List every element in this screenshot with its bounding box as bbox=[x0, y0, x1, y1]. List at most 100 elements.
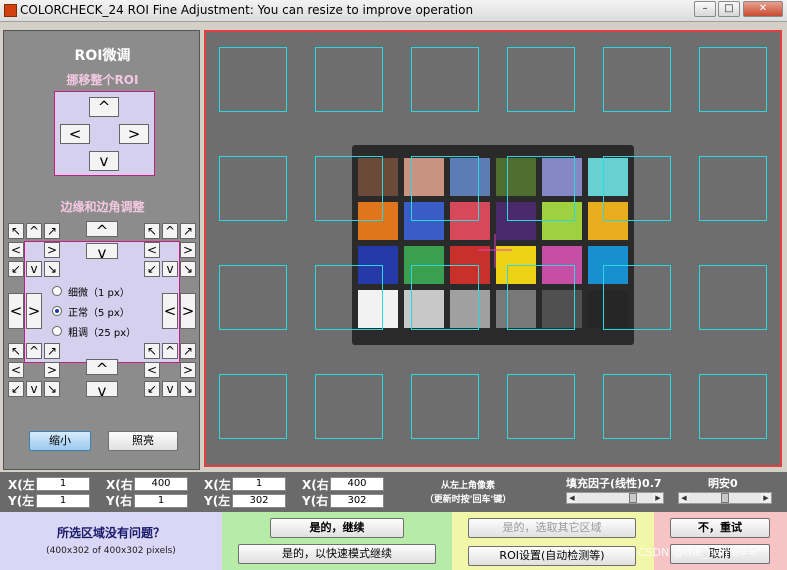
roi-box[interactable] bbox=[507, 265, 575, 330]
left-edge-left-button[interactable]: < bbox=[8, 293, 24, 329]
br-corner-right-button[interactable]: > bbox=[180, 362, 196, 378]
roi-box[interactable] bbox=[315, 374, 383, 439]
tl-corner-left-button[interactable]: < bbox=[8, 242, 24, 258]
roi-box[interactable] bbox=[699, 265, 767, 330]
tr-corner-left-button[interactable]: < bbox=[144, 242, 160, 258]
roi-box[interactable] bbox=[603, 374, 671, 439]
tr-corner-dl-button[interactable]: ↙ bbox=[144, 261, 160, 277]
move-down-button[interactable]: v bbox=[89, 151, 119, 171]
roi-box[interactable] bbox=[699, 374, 767, 439]
y-left-input-1[interactable]: 1 bbox=[36, 494, 90, 508]
slider-right-arrow[interactable]: ▶ bbox=[653, 493, 663, 503]
tr-corner-dr-button[interactable]: ↘ bbox=[180, 261, 196, 277]
radio-normal[interactable] bbox=[52, 306, 62, 316]
slider-thumb[interactable] bbox=[721, 493, 729, 503]
tr-corner-ur-button[interactable]: ↗ bbox=[180, 223, 196, 239]
roi-box[interactable] bbox=[411, 374, 479, 439]
slider-thumb[interactable] bbox=[629, 493, 637, 503]
br-corner-up-button[interactable]: ^ bbox=[162, 343, 178, 359]
br-corner-left-button[interactable]: < bbox=[144, 362, 160, 378]
top-edge-up-button[interactable]: ^ bbox=[86, 221, 118, 240]
roi-box[interactable] bbox=[219, 47, 287, 112]
radio-coarse[interactable] bbox=[52, 326, 62, 336]
roi-setup-button[interactable]: ROI设置(自动检测等) bbox=[468, 546, 636, 566]
roi-box[interactable] bbox=[603, 156, 671, 221]
bl-corner-right-button[interactable]: > bbox=[44, 362, 60, 378]
br-corner-dr-button[interactable]: ↘ bbox=[180, 381, 196, 397]
roi-box[interactable] bbox=[219, 156, 287, 221]
move-whole-label: 挪移整个ROI bbox=[66, 73, 139, 87]
zoom-out-button[interactable]: 缩小 bbox=[29, 431, 91, 451]
bottom-edge-up-button[interactable]: ^ bbox=[86, 359, 118, 378]
left-edge-right-button[interactable]: > bbox=[26, 293, 42, 329]
close-button[interactable]: ✕ bbox=[743, 1, 783, 17]
y-right-input-2[interactable]: 302 bbox=[330, 494, 384, 508]
y-left-input-2[interactable]: 302 bbox=[232, 494, 286, 508]
right-edge-left-button[interactable]: < bbox=[162, 293, 178, 329]
tl-corner-up-button[interactable]: ^ bbox=[26, 223, 42, 239]
br-corner-down-button[interactable]: v bbox=[162, 381, 178, 397]
x-left-input-1[interactable]: 1 bbox=[36, 477, 90, 491]
tr-corner-up-button[interactable]: ^ bbox=[162, 223, 178, 239]
move-up-button[interactable]: ^ bbox=[89, 97, 119, 117]
x-right-input-2[interactable]: 400 bbox=[330, 477, 384, 491]
roi-box[interactable] bbox=[315, 265, 383, 330]
roi-box[interactable] bbox=[411, 156, 479, 221]
tl-corner-dr-button[interactable]: ↘ bbox=[44, 261, 60, 277]
bl-corner-dl-button[interactable]: ↙ bbox=[8, 381, 24, 397]
tl-corner-down-button[interactable]: v bbox=[26, 261, 42, 277]
bl-corner-dr-button[interactable]: ↘ bbox=[44, 381, 60, 397]
bl-corner-ur-button[interactable]: ↗ bbox=[44, 343, 60, 359]
x-left-input-2[interactable]: 1 bbox=[232, 477, 286, 491]
brightness-slider[interactable]: ◀ ▶ bbox=[678, 492, 772, 504]
y-right-input-1[interactable]: 1 bbox=[134, 494, 188, 508]
br-corner-ur-button[interactable]: ↗ bbox=[180, 343, 196, 359]
maximize-button[interactable]: □ bbox=[718, 1, 740, 17]
br-corner-ul-button[interactable]: ↖ bbox=[144, 343, 160, 359]
slider-left-arrow[interactable]: ◀ bbox=[567, 493, 577, 503]
bl-corner-left-button[interactable]: < bbox=[8, 362, 24, 378]
br-corner-dl-button[interactable]: ↙ bbox=[144, 381, 160, 397]
right-edge-right-button[interactable]: > bbox=[180, 293, 196, 329]
roi-box[interactable] bbox=[507, 374, 575, 439]
yes-other-area-button[interactable]: 是的，选取其它区域 bbox=[468, 518, 636, 538]
roi-box[interactable] bbox=[411, 47, 479, 112]
move-left-button[interactable]: < bbox=[60, 124, 90, 144]
tr-corner-down-button[interactable]: v bbox=[162, 261, 178, 277]
yes-continue-button[interactable]: 是的，继续 bbox=[270, 518, 404, 538]
no-retry-button[interactable]: 不，重试 bbox=[670, 518, 770, 538]
roi-box[interactable] bbox=[603, 265, 671, 330]
tl-corner-ur-button[interactable]: ↗ bbox=[44, 223, 60, 239]
slider-right-arrow[interactable]: ▶ bbox=[761, 493, 771, 503]
top-edge-down-button[interactable]: v bbox=[86, 243, 118, 262]
image-preview-panel[interactable] bbox=[204, 30, 782, 467]
tl-corner-ul-button[interactable]: ↖ bbox=[8, 223, 24, 239]
radio-fine[interactable] bbox=[52, 286, 62, 296]
x-right-input-1[interactable]: 400 bbox=[134, 477, 188, 491]
slider-left-arrow[interactable]: ◀ bbox=[679, 493, 689, 503]
roi-box[interactable] bbox=[699, 156, 767, 221]
tr-corner-ul-button[interactable]: ↖ bbox=[144, 223, 160, 239]
bl-corner-up-button[interactable]: ^ bbox=[26, 343, 42, 359]
minimize-button[interactable]: – bbox=[694, 1, 716, 17]
move-right-button[interactable]: > bbox=[119, 124, 149, 144]
yes-fast-mode-button[interactable]: 是的，以快速模式继续 bbox=[238, 544, 436, 564]
tl-corner-dl-button[interactable]: ↙ bbox=[8, 261, 24, 277]
bottom-edge-down-button[interactable]: v bbox=[86, 381, 118, 400]
bl-corner-ul-button[interactable]: ↖ bbox=[8, 343, 24, 359]
roi-box[interactable] bbox=[315, 47, 383, 112]
tr-corner-right-button[interactable]: > bbox=[180, 242, 196, 258]
roi-box[interactable] bbox=[411, 265, 479, 330]
roi-box[interactable] bbox=[699, 47, 767, 112]
tl-corner-right-button[interactable]: > bbox=[44, 242, 60, 258]
roi-box[interactable] bbox=[219, 374, 287, 439]
roi-box[interactable] bbox=[507, 47, 575, 112]
roi-box[interactable] bbox=[219, 265, 287, 330]
roi-box[interactable] bbox=[507, 156, 575, 221]
edge-corner-label: 边缘和边角调整 bbox=[60, 200, 145, 214]
roi-box[interactable] bbox=[315, 156, 383, 221]
bl-corner-down-button[interactable]: v bbox=[26, 381, 42, 397]
roi-box[interactable] bbox=[603, 47, 671, 112]
fill-factor-slider[interactable]: ◀ ▶ bbox=[566, 492, 664, 504]
highlight-button[interactable]: 照亮 bbox=[108, 431, 178, 451]
